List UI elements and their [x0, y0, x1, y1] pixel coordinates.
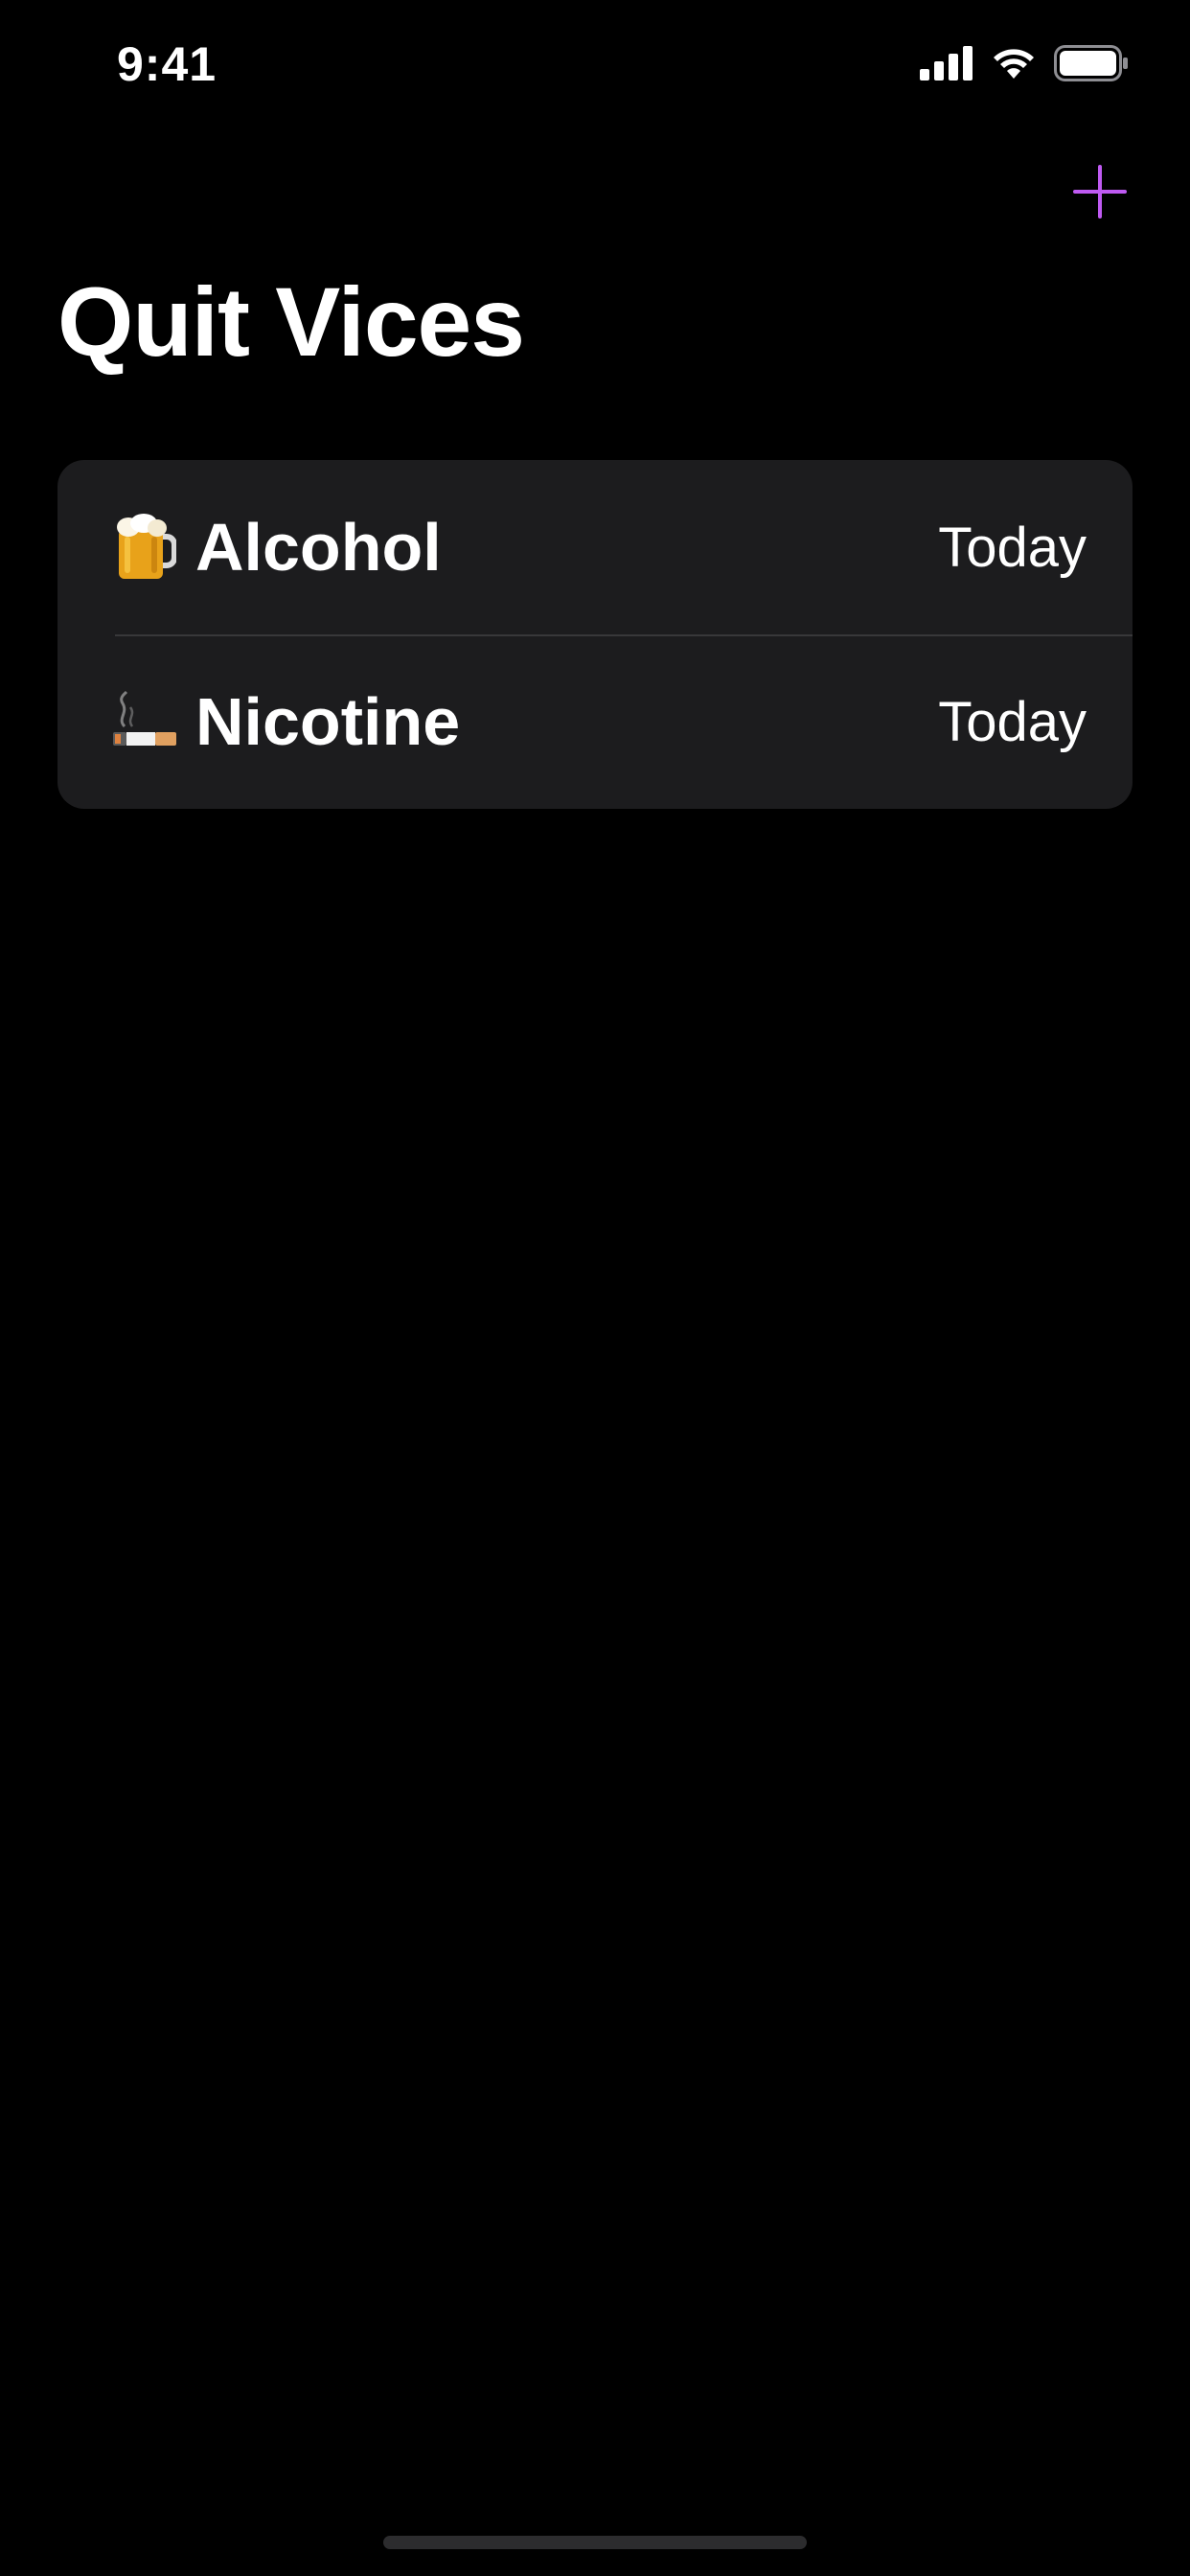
status-time: 9:41 [117, 37, 217, 91]
add-vice-button[interactable] [1069, 161, 1131, 222]
plus-icon [1069, 161, 1131, 222]
vice-name: Nicotine [195, 684, 461, 759]
battery-icon [1054, 45, 1129, 81]
vice-list: Alcohol Today Nicotine Today [57, 460, 1133, 809]
status-icons [920, 44, 1129, 82]
status-bar: 9:41 [0, 0, 1190, 126]
home-indicator[interactable] [383, 2536, 807, 2549]
wifi-icon [991, 46, 1037, 80]
beer-mug-icon [111, 514, 178, 581]
vice-name: Alcohol [195, 510, 442, 585]
vice-date: Today [938, 516, 1087, 579]
list-item-nicotine[interactable]: Nicotine Today [57, 634, 1133, 809]
vice-date: Today [938, 690, 1087, 753]
cigarette-icon [111, 688, 178, 755]
list-item-alcohol[interactable]: Alcohol Today [57, 460, 1133, 634]
cellular-signal-icon [920, 46, 973, 80]
page-title: Quit Vices [57, 267, 525, 377]
